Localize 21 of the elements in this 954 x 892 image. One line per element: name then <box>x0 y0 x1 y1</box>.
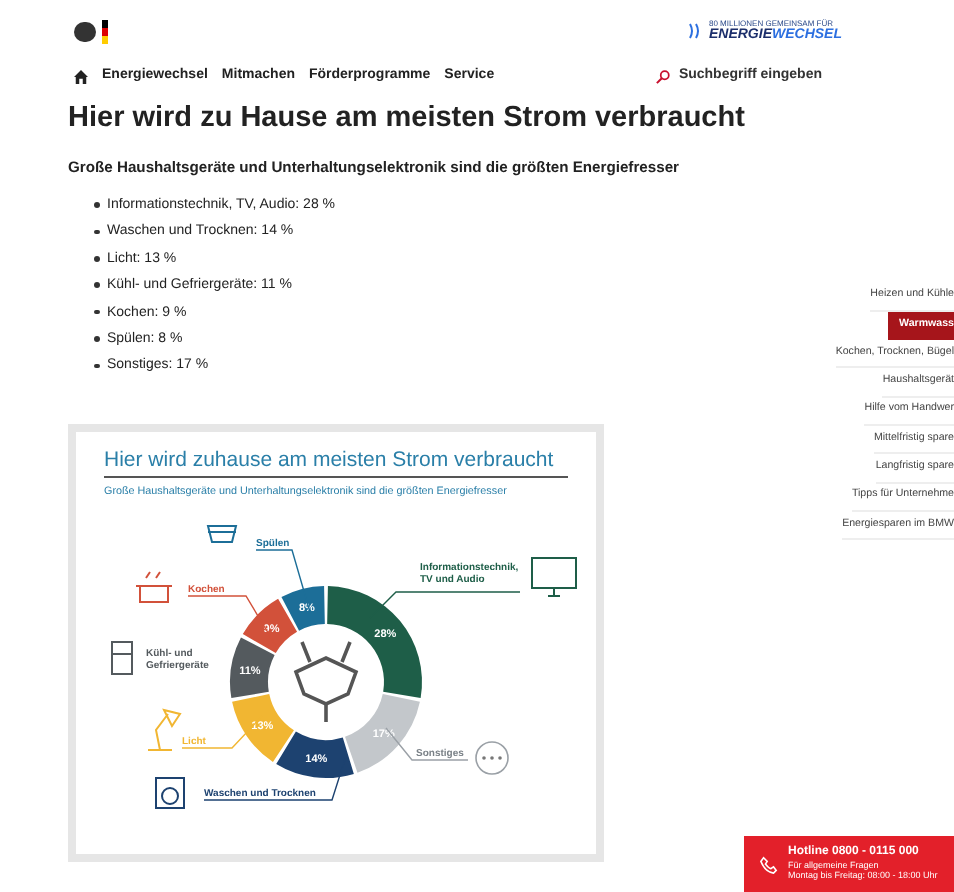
waves-icon <box>688 22 705 40</box>
bullet-icon <box>94 309 99 315</box>
bullet-icon <box>94 336 99 342</box>
page-title: Hier wird zu Hause am meisten Strom verbraucht <box>68 99 747 136</box>
dishes-icon <box>207 524 238 543</box>
infographic-title: Hier wird zuhause am meisten Strom verbraucht <box>104 448 568 479</box>
more-icon <box>475 740 509 774</box>
lamp-icon <box>147 708 182 751</box>
fridge-icon <box>111 640 133 675</box>
tv-icon <box>531 556 577 597</box>
bullet-icon <box>94 229 99 235</box>
home-icon[interactable] <box>74 69 88 84</box>
washing-machine-icon <box>155 776 185 809</box>
bullet-icon <box>94 363 99 369</box>
bullet-icon <box>94 256 99 262</box>
search-icon <box>656 69 671 84</box>
plug-icon <box>293 639 359 723</box>
bullet-icon <box>94 282 99 288</box>
phone-icon <box>760 855 778 873</box>
pot-icon <box>135 570 173 603</box>
bullet-icon <box>94 202 99 208</box>
